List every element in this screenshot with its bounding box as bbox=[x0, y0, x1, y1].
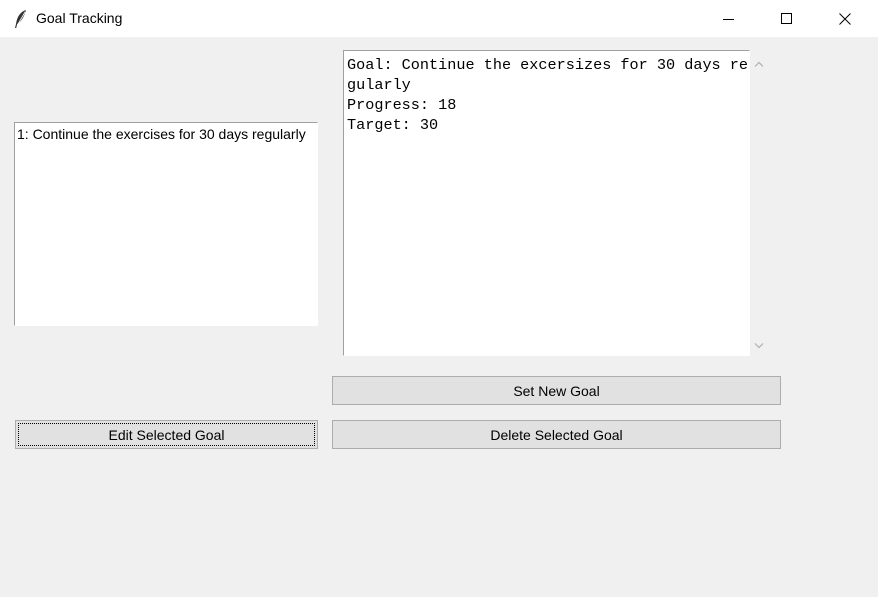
title-bar[interactable]: Goal Tracking bbox=[0, 0, 878, 37]
delete-selected-goal-button[interactable]: Delete Selected Goal bbox=[332, 420, 781, 449]
close-button[interactable] bbox=[816, 0, 874, 37]
chevron-up-icon bbox=[754, 54, 764, 72]
maximize-button[interactable] bbox=[758, 0, 816, 37]
goal-details-textarea[interactable]: Goal: Continue the excersizes for 30 day… bbox=[343, 50, 750, 356]
feather-icon bbox=[14, 9, 28, 29]
edit-selected-goal-button[interactable]: Edit Selected Goal bbox=[15, 420, 318, 449]
scroll-down-arrow[interactable] bbox=[750, 336, 768, 354]
goal-listbox[interactable]: 1: Continue the exercises for 30 days re… bbox=[14, 122, 318, 326]
minimize-button[interactable] bbox=[700, 0, 758, 37]
close-icon bbox=[839, 12, 851, 25]
list-item[interactable]: 1: Continue the exercises for 30 days re… bbox=[17, 126, 306, 142]
window-title: Goal Tracking bbox=[36, 10, 123, 26]
scroll-up-arrow[interactable] bbox=[750, 54, 768, 72]
minimize-icon bbox=[723, 13, 735, 25]
details-scrollbar[interactable] bbox=[750, 50, 768, 356]
goal-details-text: Goal: Continue the excersizes for 30 day… bbox=[347, 56, 749, 134]
maximize-icon bbox=[781, 12, 793, 25]
chevron-down-icon bbox=[754, 336, 764, 354]
set-new-goal-button[interactable]: Set New Goal bbox=[332, 376, 781, 405]
